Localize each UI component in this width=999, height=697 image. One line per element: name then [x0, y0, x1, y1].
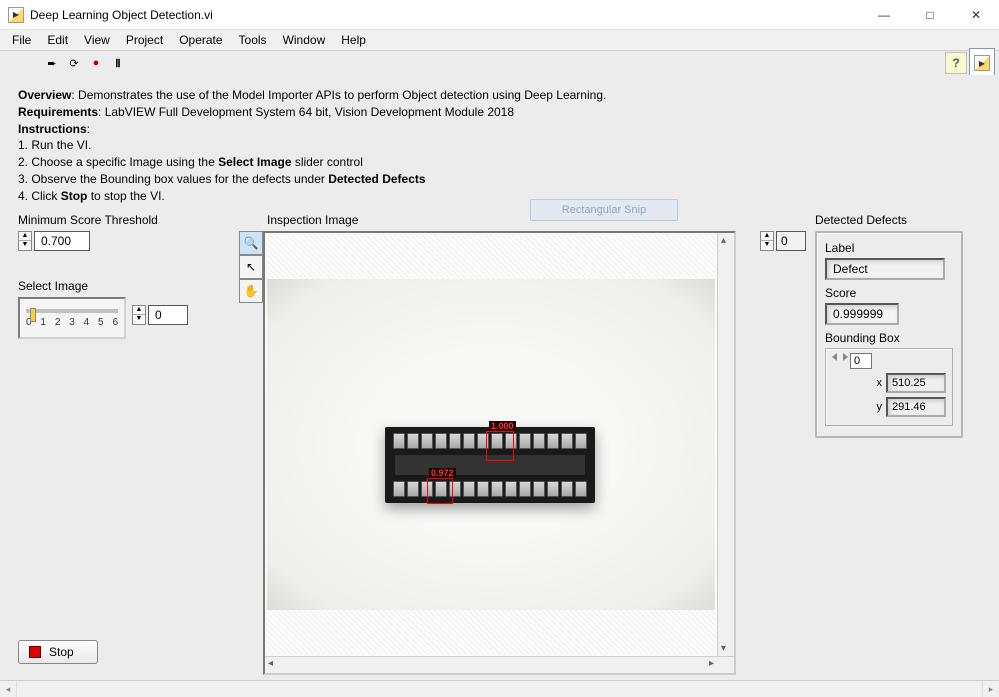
toolbar: ➨ ⟳ ● Ⅱ: [0, 51, 999, 75]
inspection-image-display[interactable]: 1.000 0.972: [263, 231, 736, 675]
overview-label: Overview: [18, 88, 71, 102]
slider-thumb[interactable]: [30, 308, 36, 322]
bb-index-spinner[interactable]: [832, 353, 848, 369]
detection-box-2: [427, 478, 453, 504]
bb-x-value: 510.25: [886, 373, 946, 393]
vi-icon[interactable]: [969, 48, 995, 78]
menu-operate[interactable]: Operate: [171, 31, 230, 49]
maximize-button[interactable]: □: [907, 0, 953, 30]
image-scrollbar-horizontal[interactable]: [265, 656, 734, 673]
detection-score-2: 0.972: [429, 468, 456, 478]
bounding-box-cluster: 0 x 510.25 y 291.46: [825, 348, 953, 426]
inspection-photo: 1.000 0.972: [267, 279, 715, 610]
context-help-toggle[interactable]: ?: [945, 52, 967, 74]
pointer-tool-icon[interactable]: ↖: [239, 255, 263, 279]
threshold-spinner[interactable]: ▲▼: [18, 231, 32, 251]
stop-icon: [29, 646, 41, 658]
defect-score-label: Score: [825, 286, 953, 300]
menu-project[interactable]: Project: [118, 31, 171, 49]
image-padding-bottom: [267, 610, 715, 654]
array-index-spinner[interactable]: ▲▼: [760, 231, 774, 251]
menu-edit[interactable]: Edit: [39, 31, 76, 49]
threshold-input[interactable]: 0.700: [34, 231, 90, 251]
detected-defects-label: Detected Defects: [815, 213, 963, 227]
menu-help[interactable]: Help: [333, 31, 374, 49]
overview-text: : Demonstrates the use of the Model Impo…: [71, 88, 606, 102]
pan-tool-icon[interactable]: ✋: [239, 279, 263, 303]
detection-score-1: 1.000: [489, 421, 516, 431]
select-image-value[interactable]: 0: [148, 305, 188, 325]
instructions-block: Overview: Demonstrates the use of the Mo…: [18, 87, 981, 205]
app-icon: [8, 7, 24, 23]
detected-defects-cluster: Label Defect Score 0.999999 Bounding Box…: [815, 231, 963, 438]
menu-tools[interactable]: Tools: [231, 31, 275, 49]
pause-button[interactable]: Ⅱ: [110, 55, 126, 71]
stop-button[interactable]: Stop: [18, 640, 98, 664]
bb-index-value[interactable]: 0: [850, 353, 872, 369]
minimize-button[interactable]: —: [861, 0, 907, 30]
menu-view[interactable]: View: [76, 31, 118, 49]
array-index-value[interactable]: 0: [776, 231, 806, 251]
requirements-text: : LabVIEW Full Development System 64 bit…: [98, 105, 514, 119]
image-padding-top: [267, 235, 715, 279]
bounding-box-label: Bounding Box: [825, 331, 953, 345]
defect-score-value: 0.999999: [825, 303, 899, 325]
requirements-label: Requirements: [18, 105, 98, 119]
bb-y-label: y: [872, 401, 882, 413]
defect-label-label: Label: [825, 241, 953, 255]
bb-x-label: x: [872, 377, 882, 389]
window-title: Deep Learning Object Detection.vi: [30, 8, 861, 22]
select-image-label: Select Image: [18, 279, 188, 293]
scroll-left-icon[interactable]: ◂: [0, 681, 17, 697]
image-scrollbar-vertical[interactable]: [717, 233, 734, 656]
instructions-label: Instructions: [18, 122, 87, 136]
abort-button[interactable]: ●: [88, 55, 104, 71]
snipping-tool-overlay: Rectangular Snip: [530, 199, 678, 221]
bb-y-value: 291.46: [886, 397, 946, 417]
instruction-step-1: 1. Run the VI.: [18, 137, 981, 154]
defect-label-value: Defect: [825, 258, 945, 280]
detection-box-1: [486, 431, 514, 461]
menu-bar: File Edit View Project Operate Tools Win…: [0, 30, 999, 51]
run-button[interactable]: ➨: [44, 55, 60, 71]
select-image-spinner[interactable]: ▲▼: [132, 305, 146, 325]
zoom-tool-icon[interactable]: 🔍: [239, 231, 263, 255]
threshold-label: Minimum Score Threshold: [18, 213, 158, 227]
scroll-right-icon[interactable]: ▸: [982, 681, 999, 697]
horizontal-scrollbar[interactable]: ◂ ▸: [0, 680, 999, 697]
select-image-slider[interactable]: 0 1 2 3 4 5 6: [18, 297, 126, 339]
close-button[interactable]: ✕: [953, 0, 999, 30]
stop-button-label: Stop: [49, 645, 74, 659]
menu-window[interactable]: Window: [275, 31, 334, 49]
run-continuous-button[interactable]: ⟳: [66, 55, 82, 71]
menu-file[interactable]: File: [4, 31, 39, 49]
